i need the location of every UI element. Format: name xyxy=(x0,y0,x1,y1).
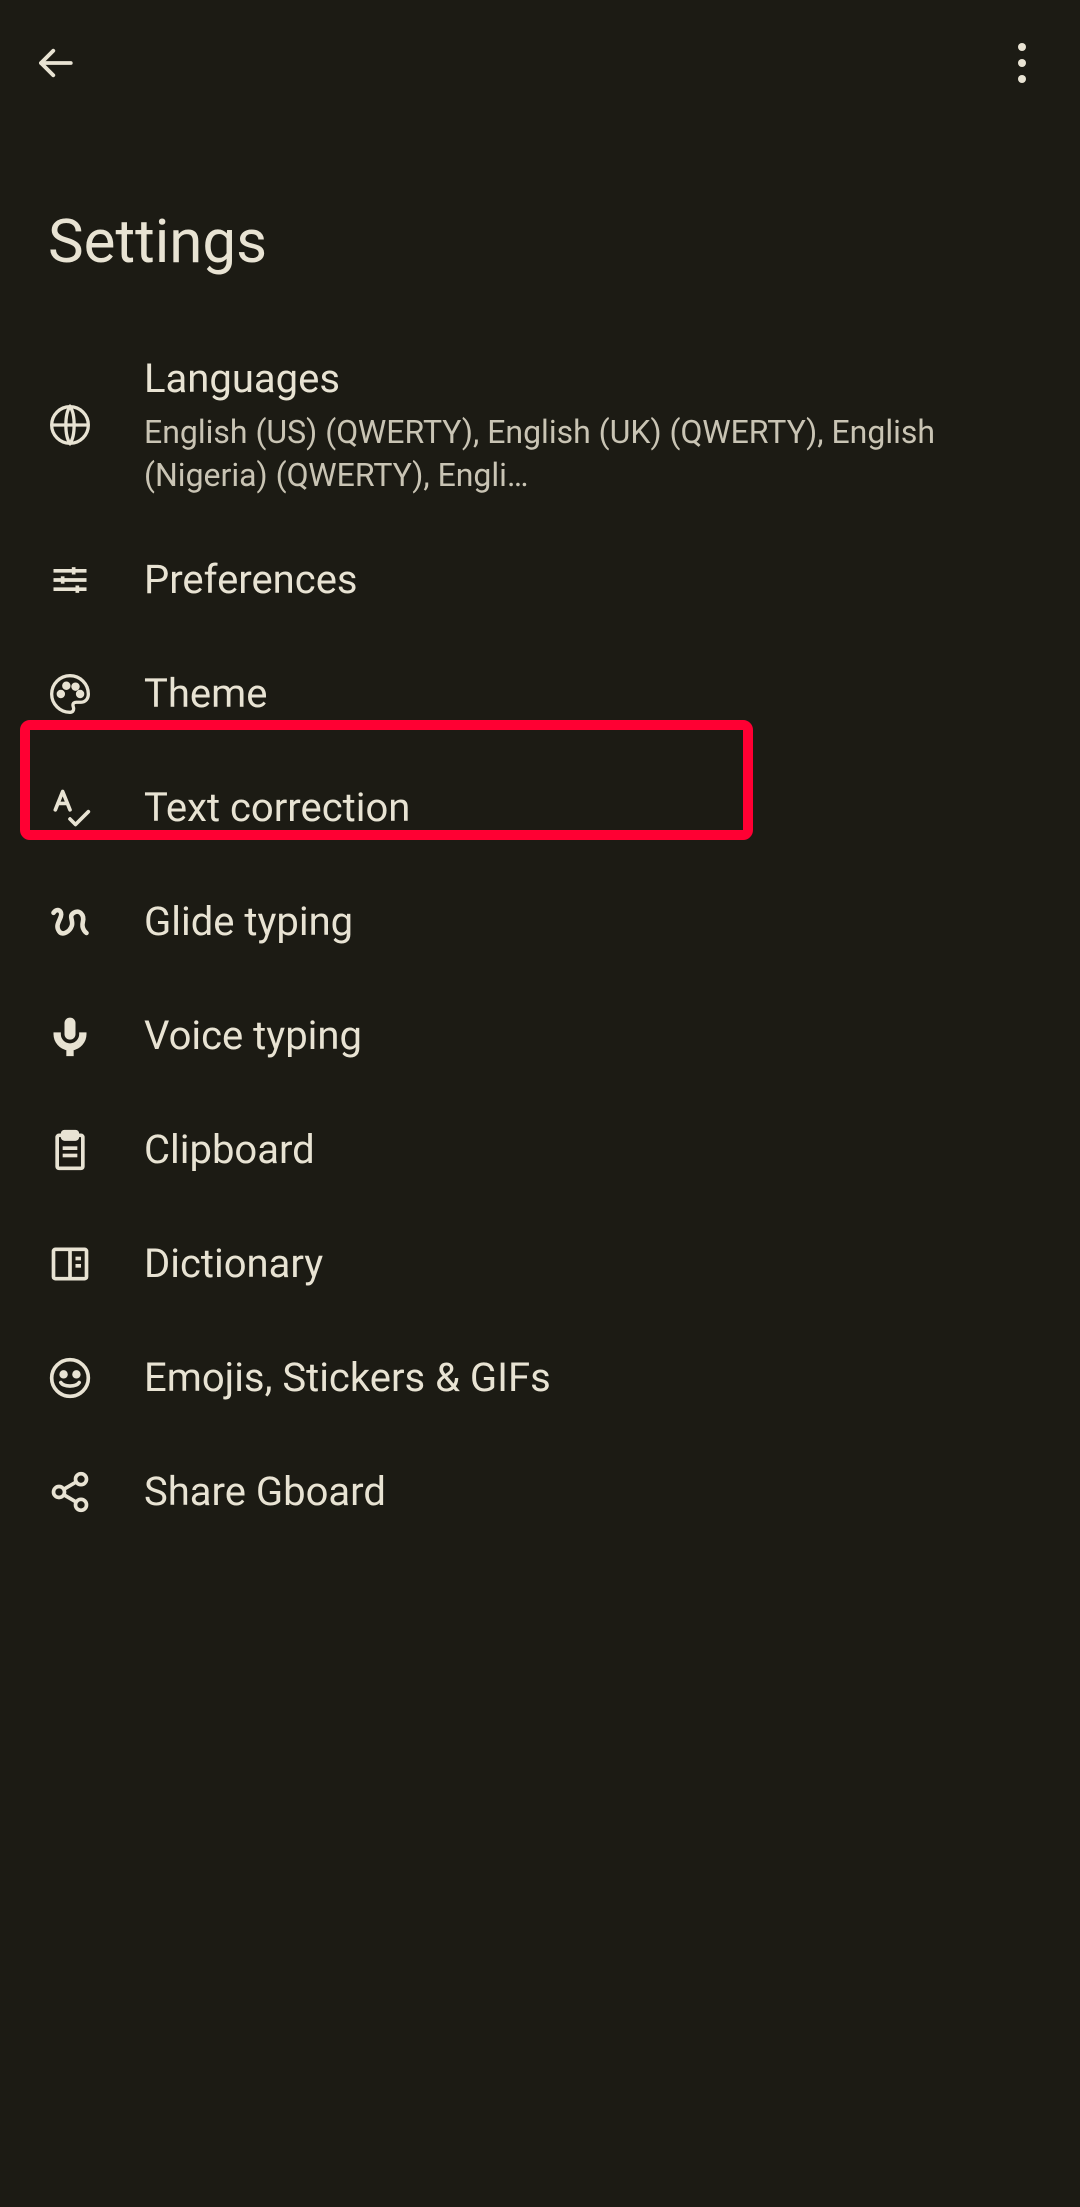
spellcheck-icon xyxy=(48,786,92,830)
page-title: Settings xyxy=(0,126,1080,327)
setting-item-dictionary[interactable]: Dictionary xyxy=(0,1207,1080,1321)
setting-item-voice-typing[interactable]: Voice typing xyxy=(0,979,1080,1093)
setting-item-clipboard[interactable]: Clipboard xyxy=(0,1093,1080,1207)
setting-label: Languages xyxy=(144,353,1032,405)
globe-icon xyxy=(48,403,92,447)
setting-label: Text correction xyxy=(144,782,1032,834)
setting-item-emojis[interactable]: Emojis, Stickers & GIFs xyxy=(0,1321,1080,1435)
gesture-icon xyxy=(48,900,92,944)
setting-item-glide-typing[interactable]: Glide typing xyxy=(0,865,1080,979)
emoji-icon xyxy=(48,1356,92,1400)
setting-description: English (US) (QWERTY), English (UK) (QWE… xyxy=(144,411,1032,497)
setting-item-text-correction[interactable]: Text correction xyxy=(0,751,1080,865)
setting-item-share-gboard[interactable]: Share Gboard xyxy=(0,1435,1080,1549)
palette-icon xyxy=(48,672,92,716)
more-options-button[interactable] xyxy=(1002,43,1042,83)
arrow-left-icon xyxy=(34,42,76,84)
share-icon xyxy=(48,1470,92,1514)
setting-item-languages[interactable]: Languages English (US) (QWERTY), English… xyxy=(0,327,1080,523)
setting-label: Voice typing xyxy=(144,1010,1032,1062)
setting-item-preferences[interactable]: Preferences xyxy=(0,523,1080,637)
book-icon xyxy=(48,1242,92,1286)
setting-label: Clipboard xyxy=(144,1124,1032,1176)
back-button[interactable] xyxy=(30,38,80,88)
setting-label: Preferences xyxy=(144,554,1032,606)
setting-label: Emojis, Stickers & GIFs xyxy=(144,1352,1032,1404)
more-icon xyxy=(1018,43,1026,51)
setting-item-theme[interactable]: Theme xyxy=(0,637,1080,751)
setting-label: Dictionary xyxy=(144,1238,1032,1290)
sliders-icon xyxy=(48,558,92,602)
setting-label: Share Gboard xyxy=(144,1466,1032,1518)
clipboard-icon xyxy=(48,1128,92,1172)
settings-list: Languages English (US) (QWERTY), English… xyxy=(0,327,1080,1549)
setting-label: Theme xyxy=(144,668,1032,720)
setting-label: Glide typing xyxy=(144,896,1032,948)
microphone-icon xyxy=(48,1014,92,1058)
